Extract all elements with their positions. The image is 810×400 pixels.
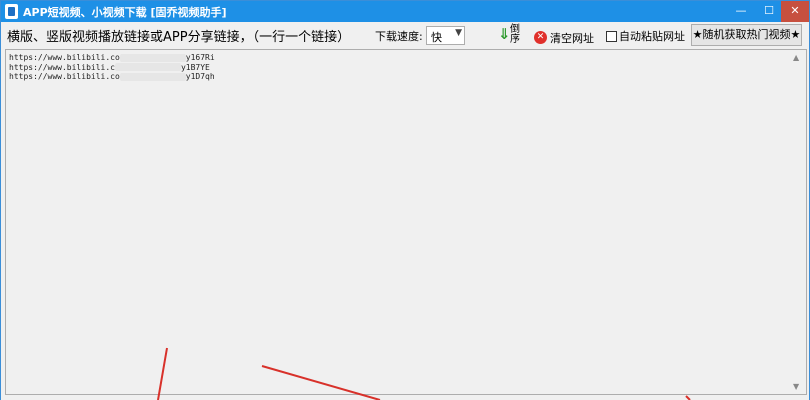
redacted-segment [119, 53, 186, 62]
reverse-order-button[interactable]: ⇓ 倒序 [498, 25, 524, 47]
auto-paste-checkbox[interactable]: 自动粘贴网址 [606, 28, 685, 44]
toolbar: 横版、竖版视频播放链接或APP分享链接，（一行一个链接） 下载速度: 快 ▼ ⇓… [1, 22, 809, 48]
url-line: https://www.bilibili.co y167Ri [9, 53, 215, 63]
clear-urls-button[interactable]: ✕ 清空网址 [534, 27, 594, 45]
url-line: https://www.bilibili.co y1D7qh [9, 72, 215, 82]
minimize-button[interactable]: — [727, 1, 755, 22]
checkbox-box[interactable] [606, 30, 617, 42]
scroll-down-icon[interactable]: ▼ [793, 382, 799, 391]
scroll-up-icon[interactable]: ▲ [793, 53, 799, 62]
app-window: APP短视频、小视频下载 [固乔视频助手] — ☐ ✕ 横版、竖版视频播放链接或… [0, 0, 810, 400]
input-hint-label: 横版、竖版视频播放链接或APP分享链接，（一行一个链接） [7, 30, 351, 45]
speed-select-value: 快 [431, 31, 442, 44]
url-suffix: y1B7YE [180, 62, 210, 72]
url-prefix: https://www.bilibili.c [9, 62, 115, 72]
auto-paste-label: 自动粘贴网址 [619, 30, 685, 43]
speed-label: 下载速度: [375, 30, 423, 43]
speed-select[interactable]: 快 ▼ [426, 26, 465, 45]
url-input-area[interactable]: https://www.bilibili.co y167Ri https://ww… [5, 49, 807, 395]
url-suffix: y1D7qh [185, 72, 215, 81]
maximize-button[interactable]: ☐ [755, 1, 783, 22]
redacted-segment [119, 72, 186, 81]
redacted-segment [114, 63, 181, 71]
footer-strip [1, 395, 809, 400]
vertical-scrollbar[interactable]: ▲ ▼ [789, 50, 806, 394]
title-bar: APP短视频、小视频下载 [固乔视频助手] — ☐ ✕ [1, 1, 809, 22]
url-prefix: https://www.bilibili.co [9, 53, 120, 62]
close-button[interactable]: ✕ [781, 1, 809, 22]
clear-icon: ✕ [534, 31, 547, 44]
url-prefix: https://www.bilibili.co [9, 72, 120, 81]
url-suffix: y167Ri [185, 53, 215, 62]
app-icon [5, 4, 18, 19]
window-title: APP短视频、小视频下载 [固乔视频助手] [23, 6, 227, 19]
reverse-order-label: 倒序 [510, 24, 520, 45]
chevron-down-icon: ▼ [455, 28, 462, 38]
random-hot-video-button[interactable]: ★随机获取热门视频★ [691, 24, 802, 46]
url-lines: https://www.bilibili.co y167Ri https://ww… [9, 53, 215, 82]
clear-urls-label: 清空网址 [550, 31, 594, 45]
url-line: https://www.bilibili.c y1B7YE [9, 63, 215, 73]
down-arrow-icon: ⇓ [498, 25, 511, 43]
